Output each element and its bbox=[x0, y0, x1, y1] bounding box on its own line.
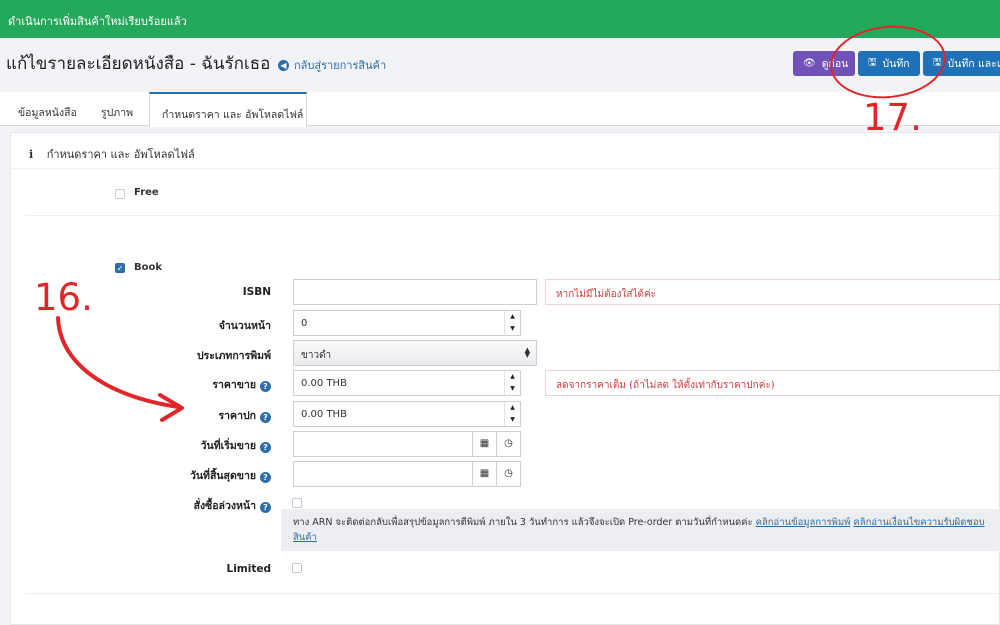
annotation-arrow bbox=[56, 316, 184, 422]
